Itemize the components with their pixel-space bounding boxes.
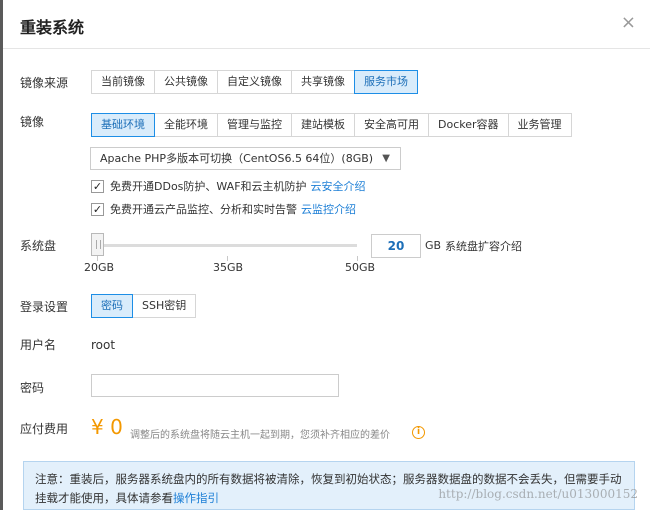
chevron-down-icon: ▼ bbox=[382, 153, 390, 164]
image-label: 镜像 bbox=[20, 115, 45, 129]
login-settings-label: 登录设置 bbox=[20, 300, 69, 314]
close-icon[interactable]: × bbox=[621, 14, 636, 32]
cloud-security-link[interactable]: 云安全介绍 bbox=[311, 178, 366, 194]
image-source-label: 镜像来源 bbox=[20, 76, 69, 90]
username-label: 用户名 bbox=[20, 338, 57, 352]
image-select-value: Apache PHP多版本可切换（CentOS6.5 64位）(8GB) bbox=[100, 152, 374, 165]
password-label: 密码 bbox=[20, 381, 45, 395]
tab-docker[interactable]: Docker容器 bbox=[428, 113, 509, 137]
password-input[interactable] bbox=[91, 374, 339, 397]
disk-slider-handle[interactable] bbox=[91, 233, 104, 256]
tab-security-ha[interactable]: 安全高可用 bbox=[354, 113, 429, 137]
option-ddos-text: 免费开通DDos防护、WAF和云主机防护 bbox=[110, 180, 307, 193]
image-source-option-public[interactable]: 公共镜像 bbox=[154, 70, 218, 94]
checkbox-ddos-protection[interactable]: ✓ bbox=[91, 179, 104, 193]
image-source-option-marketplace[interactable]: 服务市场 bbox=[354, 70, 418, 94]
dialog-header: 重装系统 × bbox=[3, 0, 650, 49]
disk-expansion-link[interactable]: 系统盘扩容介绍 bbox=[445, 238, 522, 254]
image-source-selector: 当前镜像 公共镜像 自定义镜像 共享镜像 服务市场 bbox=[91, 70, 418, 94]
image-source-option-shared[interactable]: 共享镜像 bbox=[291, 70, 355, 94]
operation-guide-link[interactable]: 操作指引 bbox=[173, 491, 219, 505]
tab-site-templates[interactable]: 建站模板 bbox=[291, 113, 355, 137]
disk-size-unit: GB bbox=[425, 239, 442, 252]
watermark: http://blog.csdn.net/u013000152 bbox=[438, 487, 638, 501]
image-source-option-current[interactable]: 当前镜像 bbox=[91, 70, 155, 94]
login-method-selector: 密码 SSH密钥 bbox=[91, 294, 197, 318]
slider-tick-label-min: 20GB bbox=[84, 261, 115, 274]
tab-business-management[interactable]: 业务管理 bbox=[507, 113, 572, 137]
disk-size-input[interactable]: 20 bbox=[371, 234, 421, 258]
image-select[interactable]: Apache PHP多版本可切换（CentOS6.5 64位）(8GB) ▼ bbox=[90, 147, 401, 170]
dialog-title: 重装系统 bbox=[20, 18, 85, 37]
system-disk-label: 系统盘 bbox=[20, 239, 57, 253]
disk-slider-track[interactable] bbox=[97, 244, 357, 247]
option-ddos-protection: ✓ 免费开通DDos防护、WAF和云主机防护 云安全介绍 bbox=[91, 178, 366, 194]
reinstall-dialog: 重装系统 × 镜像来源 当前镜像 公共镜像 自定义镜像 共享镜像 服务市场 镜像… bbox=[0, 0, 650, 510]
fee-note: 调整后的系统盘将随云主机一起到期，您须补齐相应的差价 bbox=[130, 430, 390, 441]
image-source-option-custom[interactable]: 自定义镜像 bbox=[217, 70, 292, 94]
fee-label: 应付费用 bbox=[20, 422, 69, 436]
option-monitoring: ✓ 免费开通云产品监控、分析和实时告警 云监控介绍 bbox=[91, 201, 356, 217]
image-category-tabs: 基础环境 全能环境 管理与监控 建站模板 安全高可用 Docker容器 业务管理 bbox=[91, 113, 572, 137]
slider-tick-label-mid: 35GB bbox=[213, 261, 244, 274]
warning-notice: 注意：重装后，服务器系统盘内的所有数据将被清除，恢复到初始状态；服务器数据盘的数… bbox=[23, 461, 635, 510]
fee-amount: ¥ 0 bbox=[91, 415, 123, 439]
tab-management-monitoring[interactable]: 管理与监控 bbox=[217, 113, 292, 137]
option-monitoring-text: 免费开通云产品监控、分析和实时告警 bbox=[110, 203, 297, 216]
checkbox-monitoring[interactable]: ✓ bbox=[91, 202, 104, 216]
username-value: root bbox=[91, 338, 116, 352]
slider-tick-label-max: 50GB bbox=[345, 261, 376, 274]
cloud-monitor-link[interactable]: 云监控介绍 bbox=[301, 201, 356, 217]
tab-basic-env[interactable]: 基础环境 bbox=[91, 113, 155, 137]
tab-full-env[interactable]: 全能环境 bbox=[154, 113, 218, 137]
login-option-ssh-key[interactable]: SSH密钥 bbox=[132, 294, 197, 318]
info-icon[interactable]: i bbox=[412, 426, 425, 439]
login-option-password[interactable]: 密码 bbox=[91, 294, 133, 318]
